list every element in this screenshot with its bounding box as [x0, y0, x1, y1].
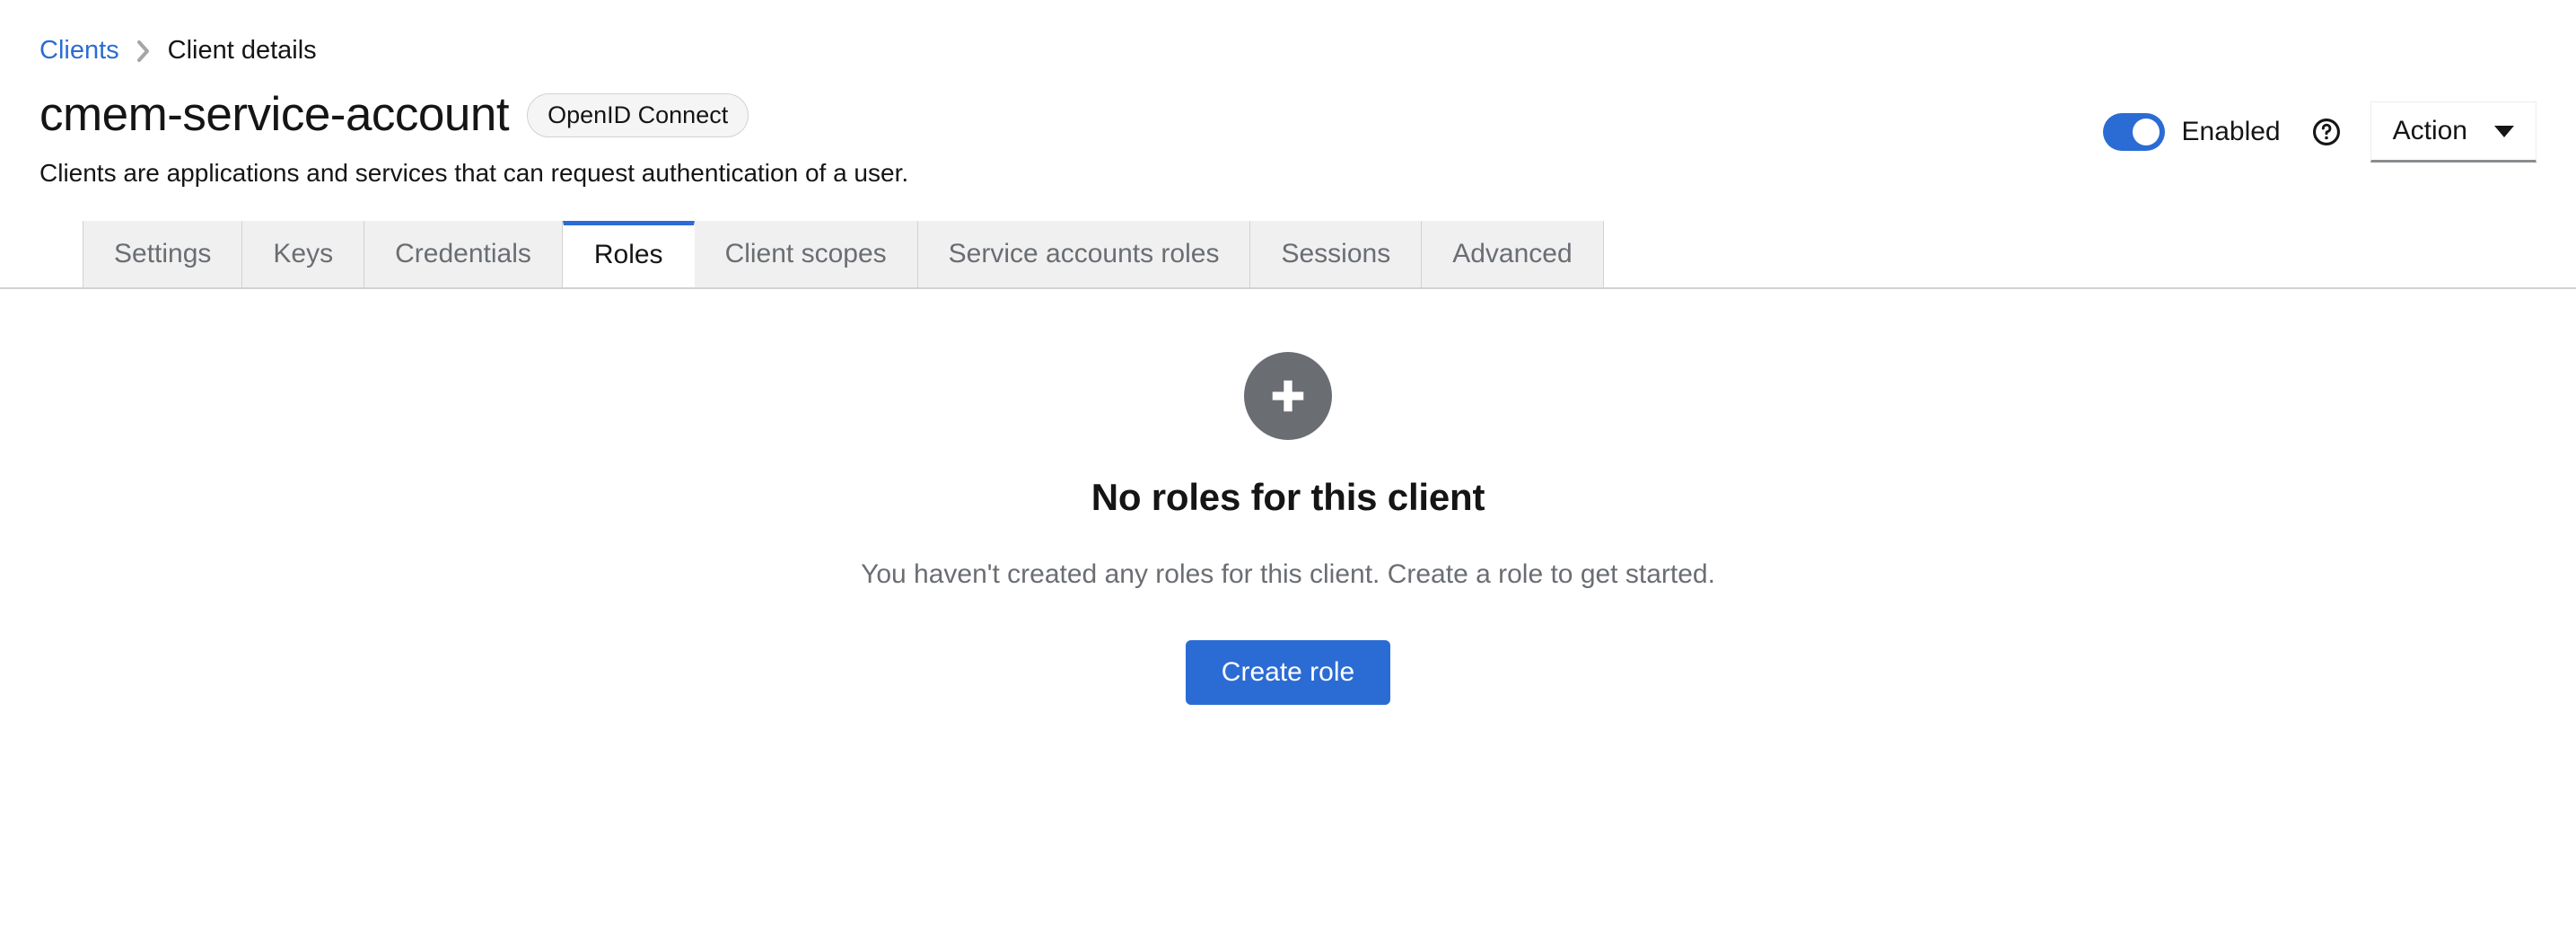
- tab-sessions[interactable]: Sessions: [1250, 221, 1422, 287]
- empty-state: No roles for this client You haven't cre…: [0, 289, 2576, 705]
- enabled-toggle-label: Enabled: [2182, 117, 2281, 147]
- breadcrumb-current: Client details: [168, 38, 317, 64]
- page-header: cmem-service-account OpenID Connect Clie…: [0, 89, 2576, 190]
- action-dropdown[interactable]: Action: [2370, 101, 2537, 163]
- tab-service-accounts-roles[interactable]: Service accounts roles: [918, 221, 1251, 287]
- enabled-toggle-group: Enabled: [2103, 113, 2281, 151]
- tab-advanced[interactable]: Advanced: [1422, 221, 1603, 287]
- tab-settings[interactable]: Settings: [83, 221, 242, 287]
- caret-down-icon: [2494, 126, 2514, 137]
- tab-roles[interactable]: Roles: [563, 221, 695, 287]
- create-role-button[interactable]: Create role: [1186, 640, 1390, 705]
- page-header-left: cmem-service-account OpenID Connect Clie…: [39, 89, 908, 190]
- title-row: cmem-service-account OpenID Connect: [39, 89, 908, 141]
- breadcrumb-link-clients[interactable]: Clients: [39, 38, 119, 64]
- help-circle-icon[interactable]: [2311, 117, 2342, 147]
- toggle-knob: [2133, 119, 2160, 145]
- page-title: cmem-service-account: [39, 89, 509, 141]
- tab-client-scopes[interactable]: Client scopes: [695, 221, 918, 287]
- chevron-right-icon: [136, 40, 152, 63]
- status-badge: OpenID Connect: [527, 93, 749, 137]
- tab-strip: SettingsKeysCredentialsRolesClient scope…: [0, 221, 2576, 289]
- tab-credentials[interactable]: Credentials: [364, 221, 563, 287]
- empty-state-title: No roles for this client: [1091, 476, 1485, 519]
- enabled-toggle[interactable]: [2103, 113, 2165, 151]
- empty-state-body: You haven't created any roles for this c…: [861, 559, 1715, 590]
- plus-circle-icon: [1244, 352, 1332, 440]
- breadcrumb: Clients Client details: [0, 0, 2576, 64]
- tab-keys[interactable]: Keys: [242, 221, 364, 287]
- page-header-actions: Enabled Action: [2103, 89, 2537, 163]
- action-dropdown-label: Action: [2393, 116, 2467, 146]
- page-subtitle: Clients are applications and services th…: [39, 157, 908, 189]
